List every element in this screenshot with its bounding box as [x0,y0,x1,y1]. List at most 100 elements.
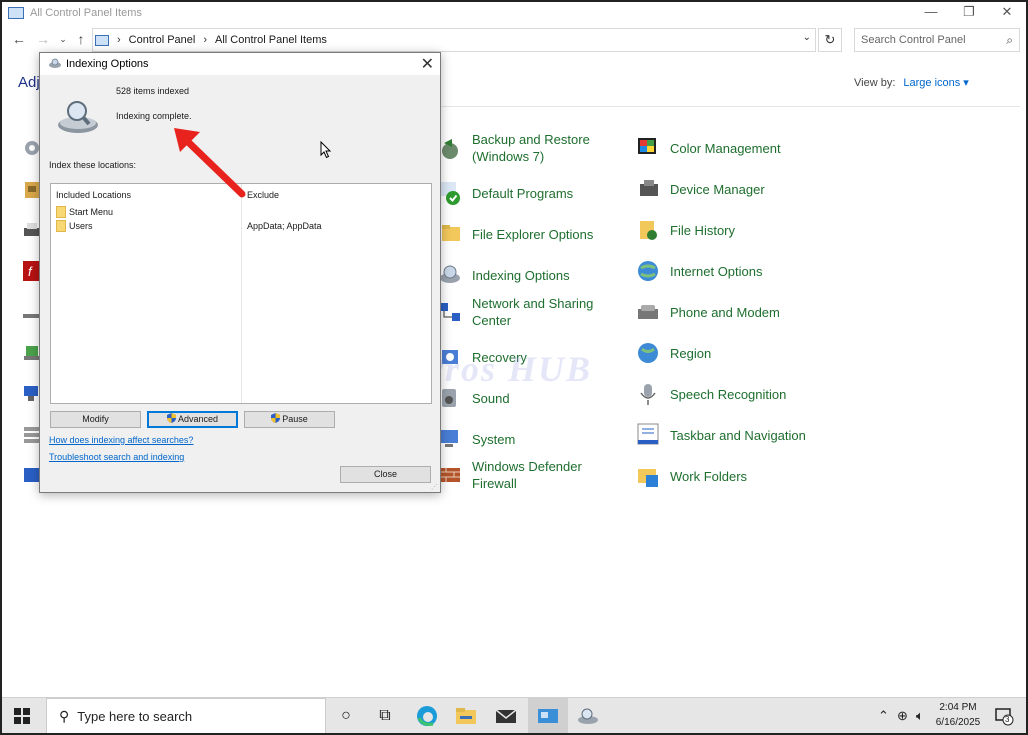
file-history-icon [640,221,657,240]
uac-shield-icon [271,413,281,423]
item-taskbar-navigation[interactable]: Taskbar and Navigation [636,422,806,448]
location-row[interactable]: Users [56,220,93,232]
indexing-icon [440,265,460,283]
advanced-button[interactable]: Advanced [147,411,238,428]
work-folders-icon [638,469,658,487]
column-header-exclude[interactable]: Exclude [247,190,279,200]
page-heading-fragment: Adj [18,74,40,91]
indexing-taskbar-icon[interactable] [576,704,600,728]
item-backup-restore[interactable]: Backup and Restore (Windows 7) [438,131,590,165]
notifications-icon[interactable]: 3 [994,706,1014,726]
item-internet-options[interactable]: Internet Options [636,258,763,284]
clock[interactable]: 2:04 PM 6/16/2025 [928,700,988,730]
control-panel-icon [95,34,109,46]
window-titlebar: All Control Panel Items — ❐ ✕ [2,2,1026,24]
edge-icon[interactable] [415,704,439,728]
mail-icon[interactable] [494,704,518,728]
location-row[interactable]: Start Menu [56,206,113,218]
indexing-large-icon [58,101,98,133]
microphone-icon [640,384,656,405]
item-windows-defender-firewall[interactable]: Windows Defender Firewall [438,458,582,492]
item-phone-modem[interactable]: Phone and Modem [636,299,780,325]
computer-icon [440,430,458,447]
dialog-titlebar: Indexing Options ✕ [40,53,440,75]
modify-button[interactable]: Modify [50,411,141,428]
phone-icon [638,305,658,319]
taskbar-icon [637,423,659,445]
network-globe-icon[interactable]: ⊕ [897,708,908,724]
folder-icon [56,220,66,232]
item-indexing-options[interactable]: Indexing Options [438,262,570,288]
dialog-title: Indexing Options [66,58,149,70]
index-locations-label: Index these locations: [49,160,137,170]
view-by: View by: Large icons ▾ [854,77,969,89]
control-panel-icon [8,7,24,19]
item-file-explorer-options[interactable]: File Explorer Options [438,221,593,247]
indexing-icon [49,58,61,68]
item-system[interactable]: System [438,426,515,452]
taskbar-search-input[interactable]: ⚲ Type here to search [46,698,326,733]
dialog-close-button[interactable]: Close [340,466,431,483]
folder-icon [56,206,66,218]
address-dropdown-icon[interactable]: ⌄ [803,32,811,43]
item-speech-recognition[interactable]: Speech Recognition [636,381,786,407]
firewall-icon [440,468,460,482]
screen: All Control Panel Items — ❐ ✕ ← → ⌄ ↑ › … [0,0,1028,735]
indexing-help-link[interactable]: How does indexing affect searches? [49,435,193,445]
locations-list[interactable]: Included Locations Exclude Start Menu Us… [50,183,432,404]
default-programs-icon [440,182,460,205]
backup-icon [442,139,458,159]
taskbar: ⚲ Type here to search ○ ⧉ ⌃ ⊕ 🔈︎ 2:04 PM… [2,697,1026,733]
task-view-icon[interactable]: ⧉ [373,704,397,728]
annotation-arrow [174,128,246,198]
item-work-folders[interactable]: Work Folders [636,463,747,489]
item-device-manager[interactable]: Device Manager [636,176,765,202]
volume-icon[interactable]: 🔈︎ [916,708,924,724]
window-title: All Control Panel Items [30,7,142,19]
device-manager-icon [640,180,658,196]
item-color-management[interactable]: Color Management [636,135,781,161]
mouse-cursor-icon [320,141,332,159]
globe-icon [638,261,658,281]
forward-arrow-icon[interactable]: → [34,30,52,48]
window-controls: — ❐ ✕ [912,2,1026,24]
color-management-icon [638,138,656,154]
column-header-included[interactable]: Included Locations [56,190,131,200]
indexing-options-dialog: Indexing Options ✕ 528 items indexed Ind… [39,52,441,493]
breadcrumb-control-panel[interactable]: Control Panel [129,34,196,46]
windows-start-icon[interactable] [14,708,30,724]
folder-options-icon [442,225,460,241]
uac-shield-icon [166,413,176,423]
troubleshoot-link[interactable]: Troubleshoot search and indexing [49,452,184,462]
restore-button[interactable]: ❐ [950,2,988,24]
minimize-button[interactable]: — [912,2,950,24]
recent-chevron-icon[interactable]: ⌄ [54,30,72,48]
network-icon [440,303,460,321]
item-network-sharing[interactable]: Network and Sharing Center [438,295,593,329]
close-button[interactable]: ✕ [988,2,1026,24]
refresh-button[interactable]: ↻ [818,28,842,52]
pause-button[interactable]: Pause [244,411,335,428]
notification-count: 3 [1005,715,1010,724]
item-default-programs[interactable]: Default Programs [438,180,573,206]
items-indexed-count: 528 items indexed [116,86,190,96]
tray-chevron-icon[interactable]: ⌃ [878,708,889,724]
search-icon: ⌕ [1006,33,1013,47]
address-bar[interactable]: › Control Panel › All Control Panel Item… [92,28,816,52]
control-panel-taskbar-icon[interactable] [536,704,560,728]
search-icon: ⚲ [59,707,70,724]
up-arrow-icon[interactable]: ↑ [72,30,90,48]
file-explorer-icon[interactable] [454,704,478,728]
divider [438,106,1020,107]
exclude-value: AppData; AppData [247,221,322,231]
search-input[interactable]: Search Control Panel ⌕ [854,28,1020,52]
resize-grip[interactable]: ⋰ [431,483,439,491]
back-arrow-icon[interactable]: ← [10,30,28,48]
item-file-history[interactable]: File History [636,217,735,243]
cortana-icon[interactable]: ○ [334,704,358,728]
view-by-dropdown[interactable]: Large icons ▾ [903,77,968,89]
dialog-close-icon[interactable]: ✕ [421,54,434,74]
breadcrumb-all-items[interactable]: All Control Panel Items [215,34,327,46]
indexing-status: Indexing complete. [116,111,192,121]
item-region[interactable]: Region [636,340,711,366]
